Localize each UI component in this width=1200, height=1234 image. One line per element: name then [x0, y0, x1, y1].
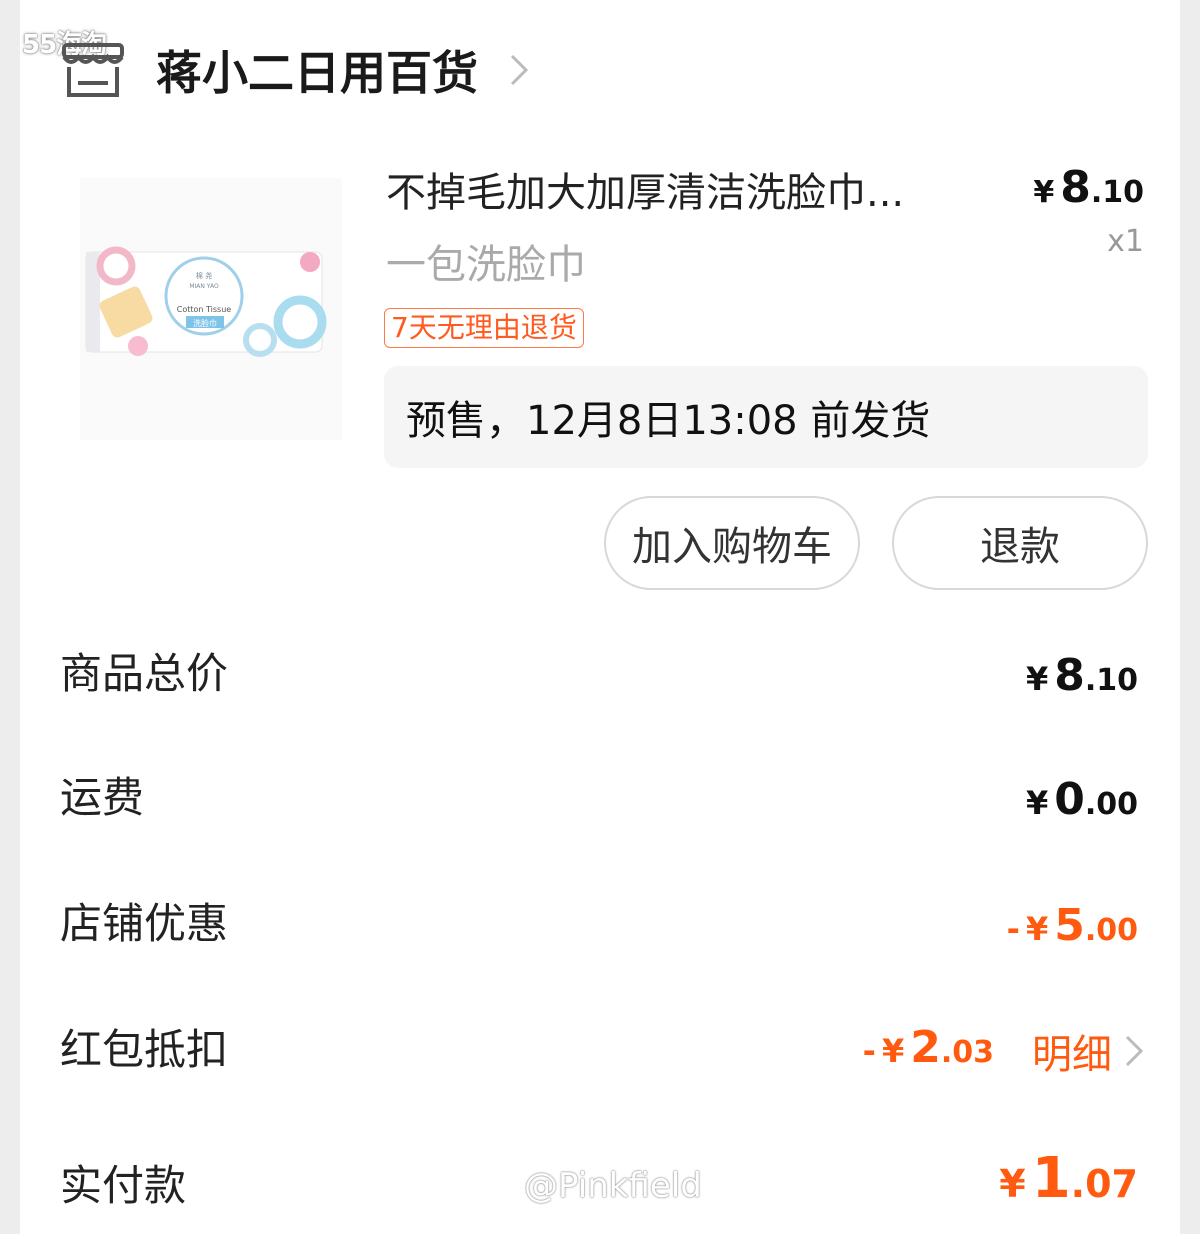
amount-integer: 1: [1031, 1146, 1071, 1211]
tissue-package-image: 棉 尧 MIAN YAO Cotton Tissue 洗脸巾: [85, 246, 327, 357]
package-brand-en: MIAN YAO: [189, 283, 219, 290]
amount-decimal: .03: [940, 1035, 994, 1070]
shop-header[interactable]: 蒋小二日用百货: [60, 40, 530, 100]
amount-decimal: .00: [1084, 787, 1138, 822]
currency-symbol: ¥: [999, 1162, 1026, 1206]
product-title[interactable]: 不掉毛加大加厚清洁洗脸巾...: [386, 160, 904, 218]
amount-sign: -: [1006, 910, 1020, 948]
detail-link[interactable]: 明细: [1032, 1022, 1144, 1080]
summary-amount-red-packet: - ¥ 2 .03: [863, 1022, 994, 1073]
store-icon: [62, 43, 124, 97]
currency-symbol: ¥: [1025, 784, 1049, 822]
currency-symbol: ¥: [1025, 910, 1049, 948]
product-quantity: x1: [1107, 224, 1144, 259]
price-integer: 8: [1060, 162, 1091, 213]
summary-label-paid: 实付款: [60, 1161, 187, 1210]
summary-label-total: 商品总价: [60, 649, 229, 698]
add-to-cart-button[interactable]: 加入购物车: [604, 496, 860, 590]
presale-text: 预售，12月8日13:08 前发货: [406, 398, 931, 444]
package-line2: 洗脸巾: [193, 318, 217, 328]
summary-amount-shop-discount: - ¥ 5 .00: [1007, 900, 1138, 951]
chevron-right-icon: [510, 54, 529, 86]
product-image[interactable]: 棉 尧 MIAN YAO Cotton Tissue 洗脸巾: [80, 178, 342, 440]
price-decimal: .10: [1090, 175, 1144, 210]
amount-sign: -: [862, 1032, 876, 1070]
watermark-bottom: @Pinkfield: [524, 1166, 702, 1206]
package-brand-cn: 棉 尧: [196, 271, 212, 280]
amount-decimal: .07: [1070, 1162, 1138, 1206]
currency-symbol: ¥: [881, 1032, 905, 1070]
refund-button[interactable]: 退款: [892, 496, 1148, 590]
summary-amount-total: ¥ 8 .10: [1020, 650, 1138, 701]
amount-integer: 2: [910, 1022, 941, 1073]
summary-label-shop-discount: 店铺优惠: [60, 899, 229, 948]
summary-amount-paid: ¥ 1 .07: [993, 1146, 1138, 1211]
package-line1: Cotton Tissue: [177, 305, 232, 314]
currency-symbol: ¥: [1033, 175, 1055, 210]
summary-label-shipping: 运费: [60, 773, 145, 822]
amount-integer: 8: [1054, 650, 1085, 701]
presale-notice: 预售，12月8日13:08 前发货: [384, 366, 1148, 468]
chevron-right-icon: [1125, 1035, 1144, 1067]
amount-decimal: .00: [1084, 913, 1138, 948]
return-policy-badge: 7天无理由退货: [384, 308, 584, 348]
product-price: ¥ 8 .10: [1033, 162, 1144, 213]
summary-label-red-packet: 红包抵扣: [60, 1025, 229, 1074]
shop-name: 蒋小二日用百货: [156, 46, 478, 100]
currency-symbol: ¥: [1025, 660, 1049, 698]
detail-link-label: 明细: [1032, 1032, 1112, 1078]
summary-amount-shipping: ¥ 0 .00: [1020, 774, 1138, 825]
product-variant: 一包洗脸巾: [386, 242, 586, 288]
amount-decimal: .10: [1084, 663, 1138, 698]
amount-integer: 0: [1054, 774, 1085, 825]
amount-integer: 5: [1054, 900, 1085, 951]
